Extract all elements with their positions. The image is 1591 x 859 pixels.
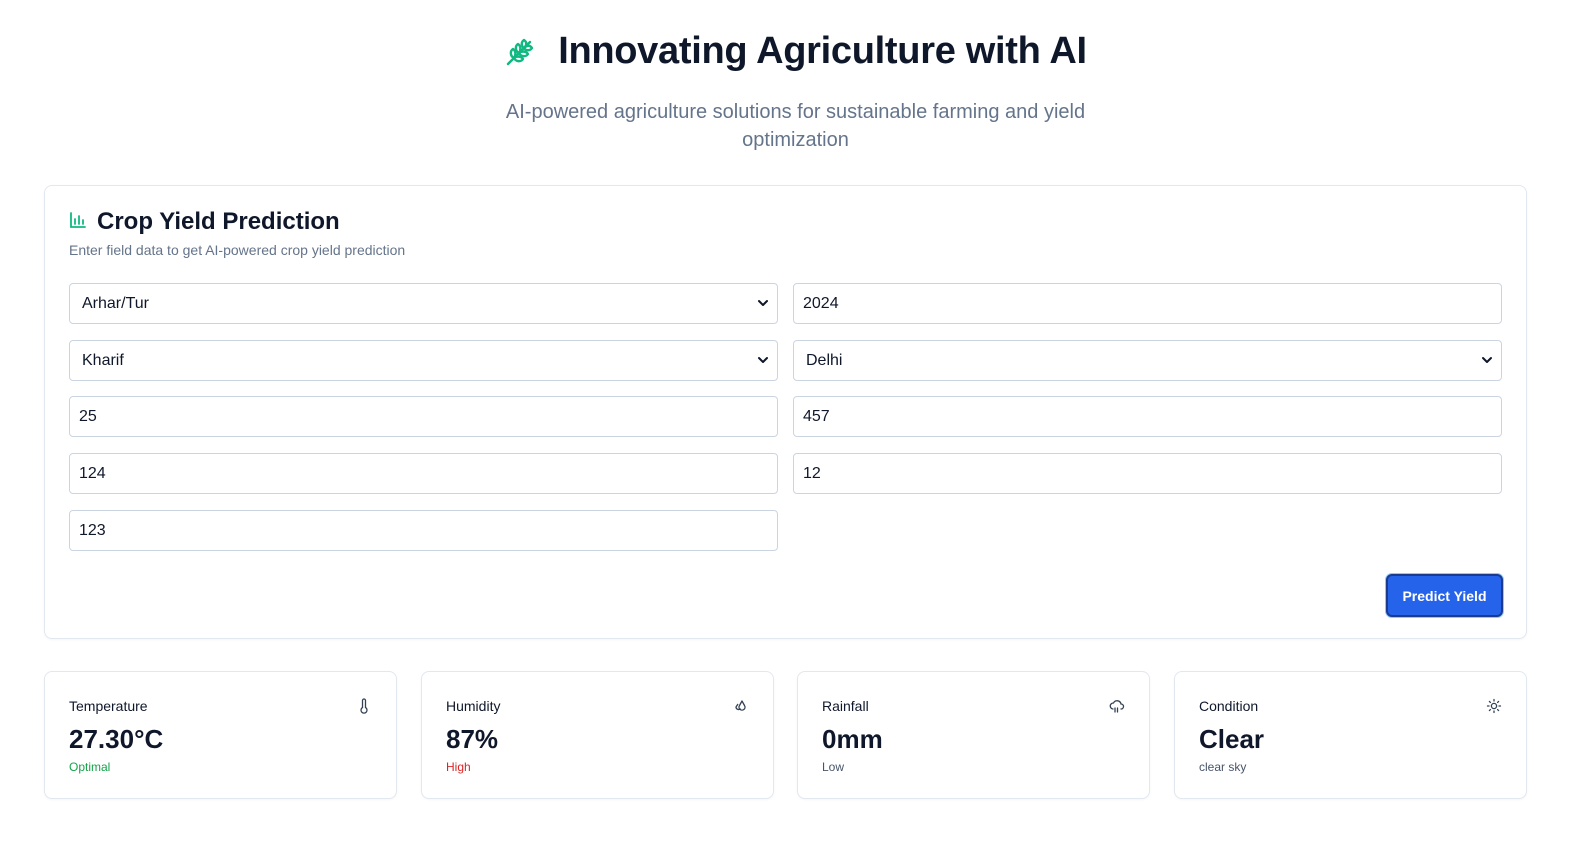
state-select[interactable]: Delhi (793, 340, 1502, 381)
card-description: Enter field data to get AI-powered crop … (69, 242, 406, 258)
cloud-rain-icon (1109, 700, 1125, 713)
stat-value: 87% (446, 724, 499, 754)
season-select[interactable]: Kharif (69, 340, 778, 381)
page-subtitle: AI-powered agriculture solutions for sus… (505, 101, 1086, 151)
card-header: Crop Yield Prediction (69, 208, 340, 236)
numeric-input-9-value: 123 (79, 521, 106, 539)
hero-header: Innovating Agriculture with AI (0, 30, 1591, 73)
stat-note: Low (822, 760, 845, 774)
stat-label: Rainfall (822, 698, 869, 714)
stat-value: 27.30°C (69, 724, 164, 754)
stat-note: Optimal (69, 760, 111, 774)
crop-select[interactable]: Arhar/Tur (69, 283, 778, 324)
stat-label: Temperature (69, 698, 148, 714)
season-select-value: Kharif (82, 351, 124, 369)
wheat-icon (504, 36, 536, 68)
sun-icon (1486, 698, 1502, 714)
humidity-card: Humidity 87% High (421, 671, 774, 799)
chevron-down-icon (758, 357, 768, 363)
numeric-input-8[interactable]: 12 (793, 453, 1502, 494)
numeric-input-8-value: 12 (803, 464, 821, 482)
card-title: Crop Yield Prediction (97, 208, 340, 235)
stat-note: clear sky (1199, 760, 1247, 774)
stat-value: 0mm (822, 724, 883, 754)
thermometer-icon (360, 698, 368, 714)
year-input-value: 2024 (803, 294, 839, 312)
chevron-down-icon (758, 300, 768, 306)
crop-select-value: Arhar/Tur (82, 294, 149, 312)
numeric-input-6-value: 457 (803, 407, 830, 425)
predict-yield-button[interactable]: Predict Yield (1386, 574, 1503, 617)
droplets-icon (735, 700, 746, 711)
chevron-down-icon (1482, 357, 1492, 363)
numeric-input-7[interactable]: 124 (69, 453, 778, 494)
stat-value: Clear (1199, 724, 1265, 754)
bar-chart-icon (69, 211, 87, 234)
page-title: Innovating Agriculture with AI (558, 30, 1087, 72)
crop-yield-card: Crop Yield Prediction Enter field data t… (44, 185, 1527, 639)
numeric-input-9[interactable]: 123 (69, 510, 778, 551)
stat-label: Condition (1199, 698, 1259, 714)
stat-note: High (446, 760, 471, 774)
year-input[interactable]: 2024 (793, 283, 1502, 324)
numeric-input-6[interactable]: 457 (793, 396, 1502, 437)
numeric-input-5-value: 25 (79, 407, 97, 425)
state-select-value: Delhi (806, 351, 843, 369)
condition-card: Condition Clear clear sky (1174, 671, 1527, 799)
numeric-input-5[interactable]: 25 (69, 396, 778, 437)
numeric-input-7-value: 124 (79, 464, 106, 482)
stat-label: Humidity (446, 698, 501, 714)
temperature-card: Temperature 27.30°C Optimal (44, 671, 397, 799)
rainfall-card: Rainfall 0mm Low (797, 671, 1150, 799)
